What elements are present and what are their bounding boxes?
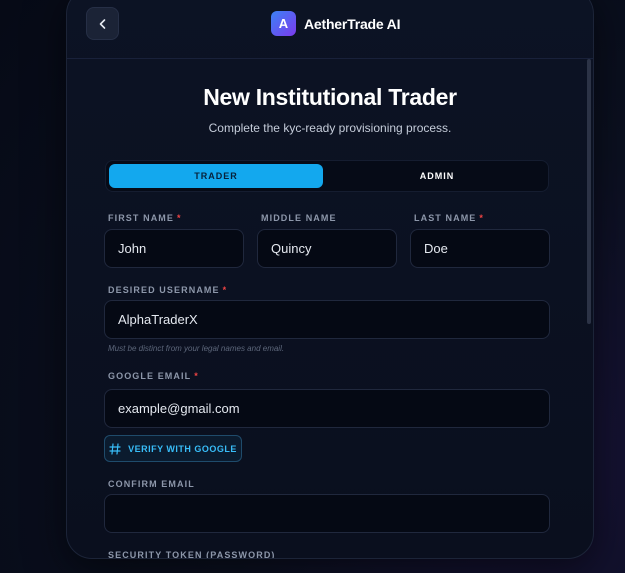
username-input[interactable]: AlphaTraderX [104,300,550,339]
confirm-email-label: CONFIRM EMAIL [108,479,195,489]
hash-icon [109,442,121,455]
back-button[interactable] [86,7,119,40]
first-name-input[interactable]: John [104,229,244,268]
brand-logo: A [271,11,296,36]
verify-with-google-button[interactable]: VERIFY WITH GOOGLE [104,435,242,462]
google-email-input[interactable]: example@gmail.com [104,389,550,428]
page-title: New Institutional Trader [203,84,457,110]
role-toggle: TRADER ADMIN [105,160,549,192]
card-header: A AetherTrade AI [67,0,593,59]
google-email-label: GOOGLE EMAIL * [108,371,199,381]
required-mark: * [222,285,228,295]
brand-name: AetherTrade AI [304,15,401,32]
first-name-label: FIRST NAME * [108,213,182,223]
required-mark: * [479,213,485,223]
required-mark: * [194,371,199,381]
security-token-label: SECURITY TOKEN (PASSWORD) [108,550,276,559]
page-subtitle: Complete the kyc-ready provisioning proc… [208,121,452,135]
signup-card: A AetherTrade AI New Institutional Trade… [66,0,594,559]
last-name-input[interactable]: Doe [410,229,550,268]
brand: A AetherTrade AI [271,11,400,36]
last-name-label: LAST NAME * [414,213,485,223]
middle-name-label: MIDDLE NAME [261,213,337,223]
middle-name-input[interactable]: Quincy [257,229,397,268]
chevron-left-icon [99,18,105,29]
tab-admin[interactable]: ADMIN [330,164,544,188]
confirm-email-input[interactable] [104,494,550,533]
username-hint: Must be distinct from your legal names a… [108,344,285,353]
tab-trader[interactable]: TRADER [109,164,323,188]
required-mark: * [177,213,182,223]
username-label: DESIRED USERNAME * [108,285,228,295]
